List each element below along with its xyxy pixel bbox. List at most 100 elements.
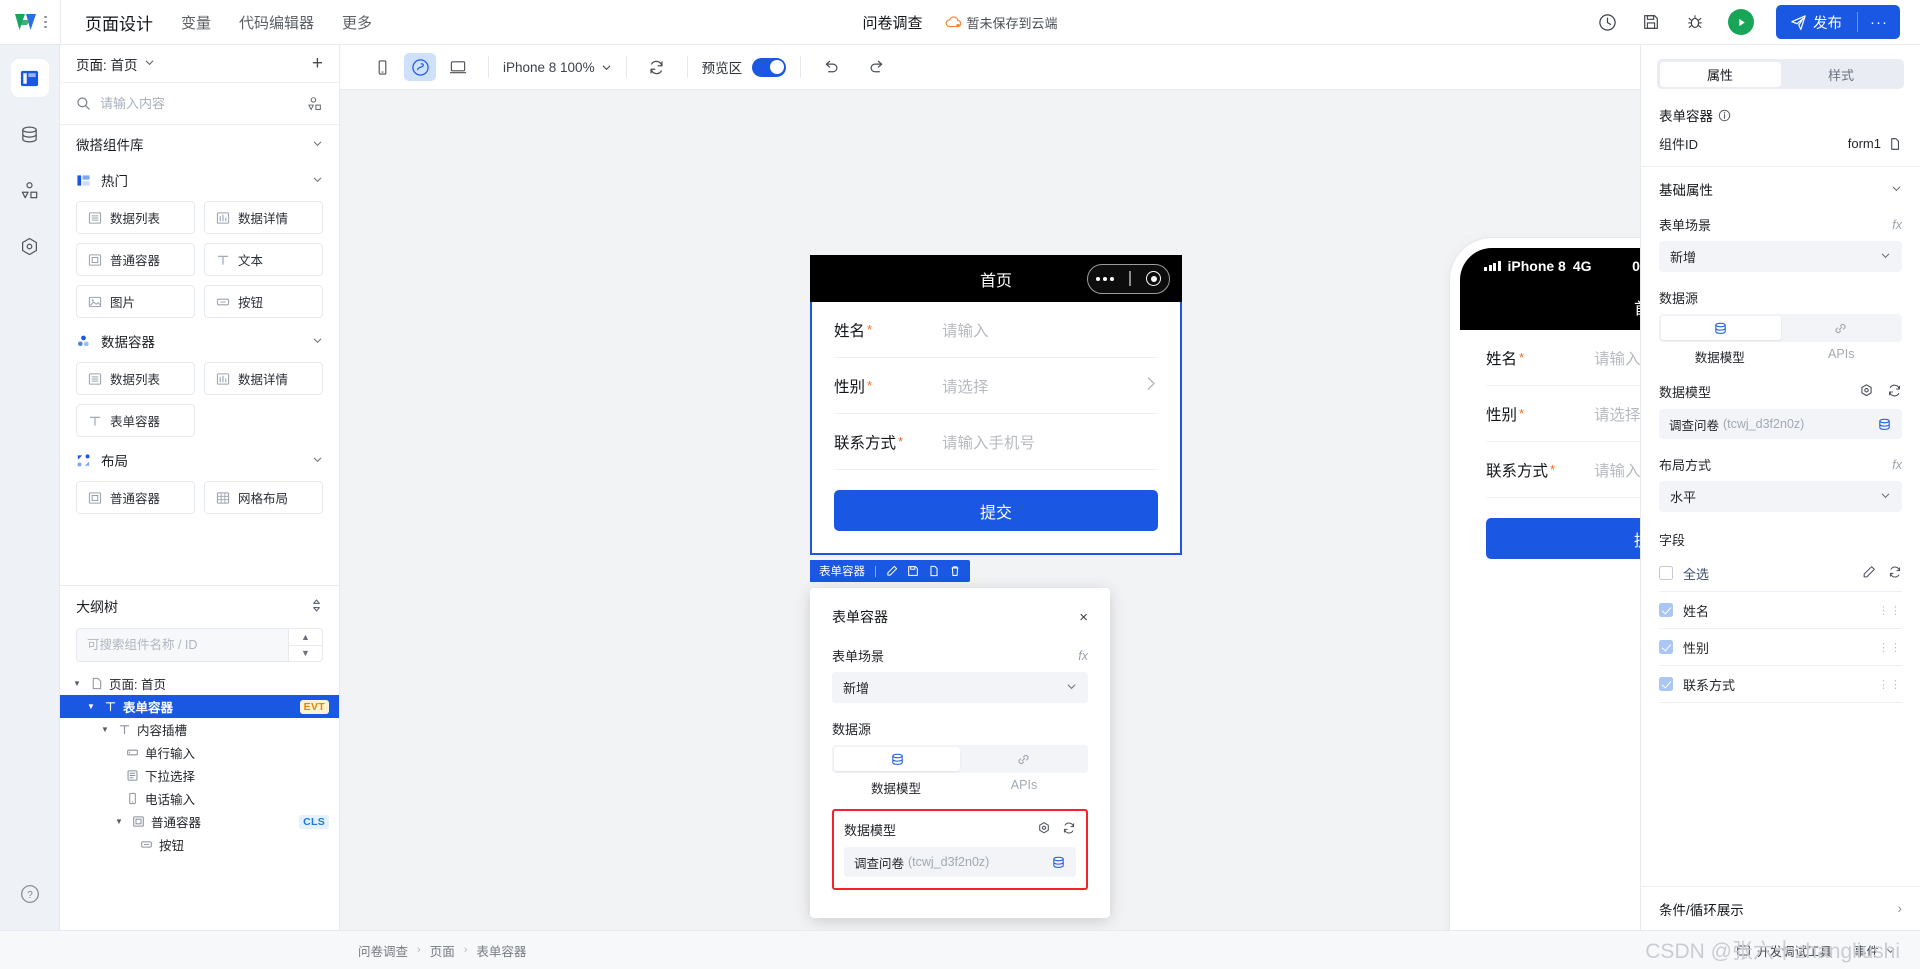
- tab-properties[interactable]: 属性: [1659, 61, 1781, 87]
- form-row[interactable]: 联系方式* 请输入手机号: [834, 414, 1158, 470]
- history-icon[interactable]: [1596, 11, 1618, 33]
- miniprogram-capsule[interactable]: [1087, 263, 1170, 294]
- popup-tab-label-datamodel[interactable]: 数据模型: [832, 778, 960, 797]
- run-icon[interactable]: [1728, 9, 1754, 35]
- edit-icon[interactable]: [886, 565, 898, 577]
- outline-search-input[interactable]: [77, 629, 288, 661]
- category-header-layout[interactable]: 布局: [60, 443, 339, 477]
- field-row[interactable]: 性别 ⋮⋮: [1659, 629, 1902, 666]
- popup-tab-datamodel[interactable]: [834, 747, 960, 771]
- design-form[interactable]: 姓名 * 请输入 性别 * 请选择 联系方式 * 请输入手机号 提交: [810, 302, 1182, 555]
- tree-node-select[interactable]: 下拉选择: [60, 764, 339, 787]
- popup-tab-label-apis[interactable]: APIs: [960, 778, 1088, 797]
- expand-caret-icon[interactable]: ▼: [112, 817, 126, 826]
- fx-icon[interactable]: fx: [1078, 649, 1088, 663]
- field-checkbox[interactable]: [1659, 640, 1673, 654]
- form-row[interactable]: 性别 * 请选择: [1486, 386, 1640, 442]
- refresh-button[interactable]: [641, 53, 673, 81]
- component-card[interactable]: 表单容器: [76, 404, 195, 437]
- preview-phone[interactable]: iPhone 8 4G 02:03 100% 首页: [1450, 238, 1640, 930]
- add-page-button[interactable]: +: [312, 54, 323, 73]
- database-icon[interactable]: [1051, 855, 1066, 870]
- field-checkbox[interactable]: [1659, 603, 1673, 617]
- search-input[interactable]: [100, 96, 298, 111]
- bug-icon[interactable]: [1684, 11, 1706, 33]
- expand-caret-icon[interactable]: ▼: [98, 725, 112, 734]
- next-match-button[interactable]: ▼: [289, 644, 322, 662]
- ds-tab-label-apis[interactable]: APIs: [1781, 347, 1903, 366]
- component-card[interactable]: 普通容器: [76, 243, 195, 276]
- component-card[interactable]: 数据详情: [204, 201, 323, 234]
- form-row[interactable]: 联系方式* 请输入手机号: [1486, 442, 1640, 498]
- basic-properties-section[interactable]: 基础属性: [1641, 167, 1920, 199]
- refresh-icon[interactable]: [1062, 821, 1076, 838]
- devtools-button[interactable]: 开发调试工具: [1736, 941, 1832, 960]
- component-card[interactable]: 网格布局: [204, 481, 323, 514]
- settings-icon[interactable]: [1859, 383, 1874, 401]
- publish-more-button[interactable]: ···: [1858, 5, 1900, 39]
- breadcrumb-item[interactable]: 问卷调查: [358, 941, 408, 960]
- submit-button[interactable]: 提交: [1486, 518, 1640, 559]
- refresh-icon[interactable]: [1887, 383, 1902, 401]
- tree-node-button[interactable]: 按钮: [60, 833, 339, 856]
- copy-icon[interactable]: [1888, 137, 1902, 151]
- category-header-data[interactable]: 数据容器: [60, 324, 339, 358]
- field-row[interactable]: 姓名 ⋮⋮: [1659, 592, 1902, 629]
- tree-node-page[interactable]: ▼ 页面: 首页: [60, 672, 339, 695]
- outline-search[interactable]: ▲ ▼: [76, 628, 323, 662]
- scene-select[interactable]: 新增: [1659, 241, 1902, 272]
- view-mode-miniprogram[interactable]: [404, 53, 436, 81]
- field-placeholder[interactable]: 请输入手机号: [1594, 459, 1640, 481]
- popup-datamodel-value[interactable]: 调查问卷 (tcwj_d3f2n0z): [844, 847, 1076, 877]
- rail-item-components[interactable]: [11, 171, 49, 209]
- tree-node-phone[interactable]: 电话输入: [60, 787, 339, 810]
- rail-item-settings[interactable]: [11, 227, 49, 265]
- form-row[interactable]: 姓名 * 请输入: [1486, 330, 1640, 386]
- component-search[interactable]: [60, 83, 339, 125]
- design-phone[interactable]: 首页 姓名 * 请输入 性别 * 请选择 联系方式 * 请输入手机号 提交: [810, 255, 1182, 555]
- form-row[interactable]: 姓名 * 请输入: [834, 302, 1158, 358]
- submit-button[interactable]: 提交: [834, 490, 1158, 531]
- database-icon[interactable]: [1877, 417, 1892, 432]
- breadcrumb-item[interactable]: 页面: [430, 941, 455, 960]
- field-row-select-all[interactable]: 全选: [1659, 555, 1902, 592]
- settings-icon[interactable]: [1037, 821, 1051, 838]
- prev-match-button[interactable]: ▲: [289, 629, 322, 645]
- chevron-down-icon[interactable]: [1891, 182, 1902, 197]
- component-card[interactable]: 图片: [76, 285, 195, 318]
- field-row[interactable]: 联系方式 ⋮⋮: [1659, 666, 1902, 703]
- condition-loop-section[interactable]: 条件/循环展示 ›: [1641, 886, 1920, 930]
- field-placeholder[interactable]: 请输入: [942, 319, 989, 341]
- rail-item-layout[interactable]: [10, 59, 49, 97]
- field-placeholder[interactable]: 请选择: [942, 375, 989, 397]
- chevron-down-icon[interactable]: [312, 173, 323, 188]
- nav-code-editor[interactable]: 代码编辑器: [239, 12, 314, 33]
- chevron-right-icon[interactable]: ›: [1898, 901, 1903, 916]
- tree-node-form-container[interactable]: ▼ 表单容器 EVT: [60, 695, 339, 718]
- chevron-down-icon[interactable]: [312, 334, 323, 349]
- datamodel-value[interactable]: 调查问卷 (tcwj_d3f2n0z): [1659, 409, 1902, 439]
- tree-node-input[interactable]: 单行输入: [60, 741, 339, 764]
- drag-handle-icon[interactable]: ⋮⋮: [1878, 604, 1902, 617]
- component-card[interactable]: 普通容器: [76, 481, 195, 514]
- app-menu-dots-icon[interactable]: [44, 15, 47, 29]
- select-all-checkbox[interactable]: [1659, 566, 1673, 580]
- layout-select[interactable]: 水平: [1659, 481, 1902, 512]
- info-icon[interactable]: [1718, 109, 1731, 122]
- drag-handle-icon[interactable]: ⋮⋮: [1878, 641, 1902, 654]
- component-card[interactable]: 文本: [204, 243, 323, 276]
- save-icon[interactable]: [1640, 11, 1662, 33]
- events-button[interactable]: 事件: [1854, 941, 1896, 960]
- preview-form[interactable]: 姓名 * 请输入 性别 * 请选择 联系方式 * 请输入: [1460, 330, 1640, 585]
- category-header-hot[interactable]: 热门: [60, 163, 339, 197]
- popup-scene-select[interactable]: 新增: [832, 672, 1088, 703]
- help-icon[interactable]: ?: [19, 883, 41, 910]
- component-card[interactable]: 数据详情: [204, 362, 323, 395]
- undo-button[interactable]: [815, 53, 847, 81]
- save-icon[interactable]: [907, 565, 919, 577]
- field-placeholder[interactable]: 请输入: [1594, 347, 1640, 369]
- sort-icon[interactable]: [310, 598, 323, 616]
- nav-more[interactable]: 更多: [342, 12, 372, 33]
- field-placeholder[interactable]: 请输入手机号: [942, 431, 1035, 453]
- expand-caret-icon[interactable]: ▼: [84, 702, 98, 711]
